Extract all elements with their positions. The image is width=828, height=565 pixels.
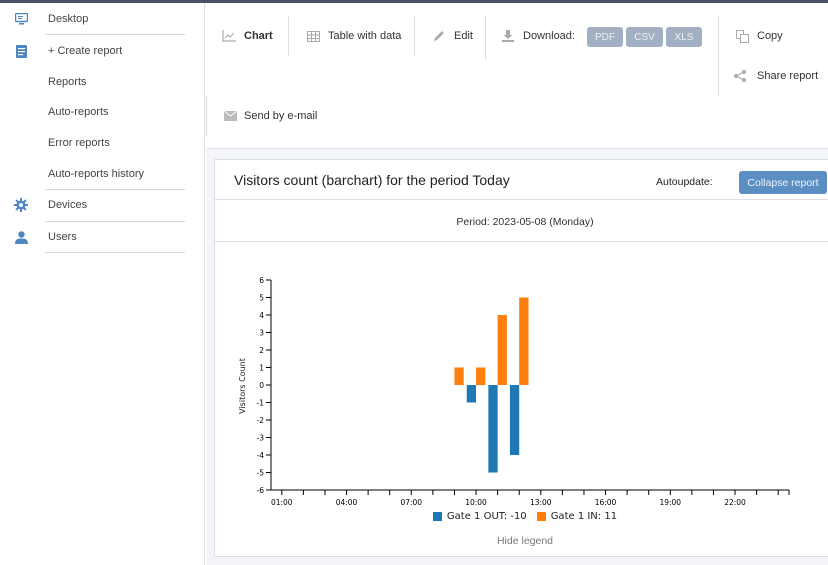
sidebar-item-auto-reports[interactable]: Auto-reports bbox=[0, 97, 205, 127]
y-tick-label: 3 bbox=[259, 329, 264, 338]
sidebar-item-label: Auto-reports bbox=[48, 106, 109, 118]
chart-tab-label: Chart bbox=[244, 30, 273, 42]
bar-gate-in bbox=[476, 367, 486, 385]
copy-label: Copy bbox=[757, 30, 783, 42]
y-tick-label: 1 bbox=[259, 364, 264, 373]
x-tick-label: 10:00 bbox=[465, 498, 487, 507]
edit-label: Edit bbox=[454, 30, 473, 42]
sidebar-item-label: + Create report bbox=[48, 45, 123, 57]
download-icon bbox=[501, 29, 515, 43]
y-tick-label: -3 bbox=[257, 434, 265, 443]
bar-gate-out bbox=[488, 385, 498, 473]
download-text: Download: bbox=[523, 30, 575, 42]
sidebar-item-create-report[interactable]: + Create report bbox=[0, 36, 205, 66]
pdf-button[interactable]: PDF bbox=[587, 27, 623, 47]
bar-gate-out bbox=[466, 385, 477, 403]
hide-legend-link[interactable]: Hide legend bbox=[215, 535, 828, 547]
sidebar-item-devices[interactable]: Devices bbox=[0, 190, 205, 220]
envelope-icon bbox=[223, 109, 237, 123]
legend-swatch bbox=[432, 512, 442, 521]
y-tick-label: -6 bbox=[257, 486, 265, 495]
bar-gate-out bbox=[509, 385, 520, 455]
sidebar-item-label: Users bbox=[48, 231, 77, 243]
legend-label: Gate 1 OUT: -10 bbox=[446, 511, 527, 522]
sidebar: Desktop + Create report Reports Auto-rep… bbox=[0, 3, 205, 565]
download-label: Download: bbox=[501, 29, 575, 43]
legend-swatch bbox=[536, 512, 546, 521]
divider bbox=[45, 34, 185, 35]
bar-chart: 6 5 4 3 2 1 0 -1 -2 -3 -4 -5 -6 01:00 04:00 07:00 10:00… bbox=[238, 276, 790, 507]
xls-button[interactable]: XLS bbox=[666, 27, 702, 47]
gear-icon bbox=[14, 198, 28, 212]
bar-gate-in bbox=[497, 315, 507, 385]
sidebar-item-label: Reports bbox=[48, 76, 87, 88]
x-tick-label: 19:00 bbox=[659, 498, 681, 507]
y-axis: 6 5 4 3 2 1 0 -1 -2 -3 -4 -5 -6 bbox=[257, 276, 272, 495]
x-tick-label: 16:00 bbox=[595, 498, 617, 507]
divider bbox=[45, 252, 185, 253]
sidebar-item-label: Devices bbox=[48, 199, 88, 211]
divider bbox=[414, 16, 415, 56]
bars bbox=[454, 297, 529, 473]
pencil-icon bbox=[432, 29, 446, 43]
y-tick-label: 4 bbox=[259, 311, 264, 320]
bar-gate-in bbox=[519, 297, 529, 385]
toolbar: Chart Table with data Edit Download: PDF… bbox=[206, 3, 828, 149]
y-tick-label: -5 bbox=[257, 469, 265, 478]
user-icon bbox=[14, 230, 28, 244]
y-tick-label: -1 bbox=[257, 399, 265, 408]
y-tick-label: 2 bbox=[259, 346, 264, 355]
sidebar-item-desktop[interactable]: Desktop bbox=[0, 4, 205, 34]
table-icon bbox=[306, 29, 320, 43]
table-with-data-tab[interactable]: Table with data bbox=[306, 29, 401, 43]
sidebar-item-label: Desktop bbox=[48, 13, 89, 25]
line-chart-icon bbox=[222, 29, 236, 43]
legend-item-out[interactable]: Gate 1 OUT: -10 bbox=[432, 511, 527, 522]
x-tick-label: 13:00 bbox=[530, 498, 552, 507]
y-tick-label: 5 bbox=[259, 294, 264, 303]
x-tick-label: 04:00 bbox=[336, 498, 358, 507]
x-tick-label: 22:00 bbox=[724, 498, 746, 507]
y-tick-label: -4 bbox=[257, 451, 265, 460]
main-content: Chart Table with data Edit Download: PDF… bbox=[206, 3, 828, 565]
chart-tab[interactable]: Chart bbox=[222, 29, 273, 43]
sidebar-item-users[interactable]: Users bbox=[0, 222, 205, 252]
bar-gate-in bbox=[454, 367, 464, 385]
sidebar-item-label: Auto-reports history bbox=[48, 168, 144, 180]
divider bbox=[485, 16, 486, 59]
y-axis-label: Visitors Count bbox=[238, 358, 247, 414]
x-axis: 01:00 04:00 07:00 10:00 13:00 16:00 19:00 22:00 bbox=[271, 489, 790, 507]
report-icon bbox=[14, 44, 28, 58]
share-icon bbox=[733, 69, 747, 83]
divider bbox=[206, 96, 207, 136]
copy-icon bbox=[735, 29, 749, 43]
x-tick-label: 01:00 bbox=[271, 498, 293, 507]
y-tick-label: -2 bbox=[257, 416, 265, 425]
share-report-button[interactable]: Share report bbox=[733, 69, 818, 83]
table-tab-label: Table with data bbox=[328, 30, 402, 42]
send-by-email-button[interactable]: Send by e-mail bbox=[223, 109, 317, 123]
y-tick-label: 0 bbox=[259, 381, 264, 390]
edit-button[interactable]: Edit bbox=[432, 29, 473, 43]
sidebar-item-label: Error reports bbox=[48, 137, 110, 149]
sidebar-item-error-reports[interactable]: Error reports bbox=[0, 128, 205, 158]
divider bbox=[718, 16, 719, 96]
sidebar-item-auto-reports-history[interactable]: Auto-reports history bbox=[0, 159, 205, 189]
y-tick-label: 6 bbox=[259, 276, 264, 285]
legend-label: Gate 1 IN: 11 bbox=[550, 511, 618, 522]
divider bbox=[288, 16, 289, 56]
x-tick-label: 07:00 bbox=[400, 498, 422, 507]
sidebar-item-reports[interactable]: Reports bbox=[0, 67, 205, 97]
legend: Gate 1 OUT: -10 Gate 1 IN: 11 bbox=[215, 511, 828, 522]
legend-item-in[interactable]: Gate 1 IN: 11 bbox=[536, 511, 618, 522]
report-card: Visitors count (barchart) for the period… bbox=[214, 159, 828, 557]
copy-button[interactable]: Copy bbox=[735, 29, 783, 43]
email-label: Send by e-mail bbox=[244, 110, 318, 122]
monitor-icon bbox=[14, 12, 28, 26]
csv-button[interactable]: CSV bbox=[626, 27, 663, 47]
share-label: Share report bbox=[757, 70, 819, 82]
